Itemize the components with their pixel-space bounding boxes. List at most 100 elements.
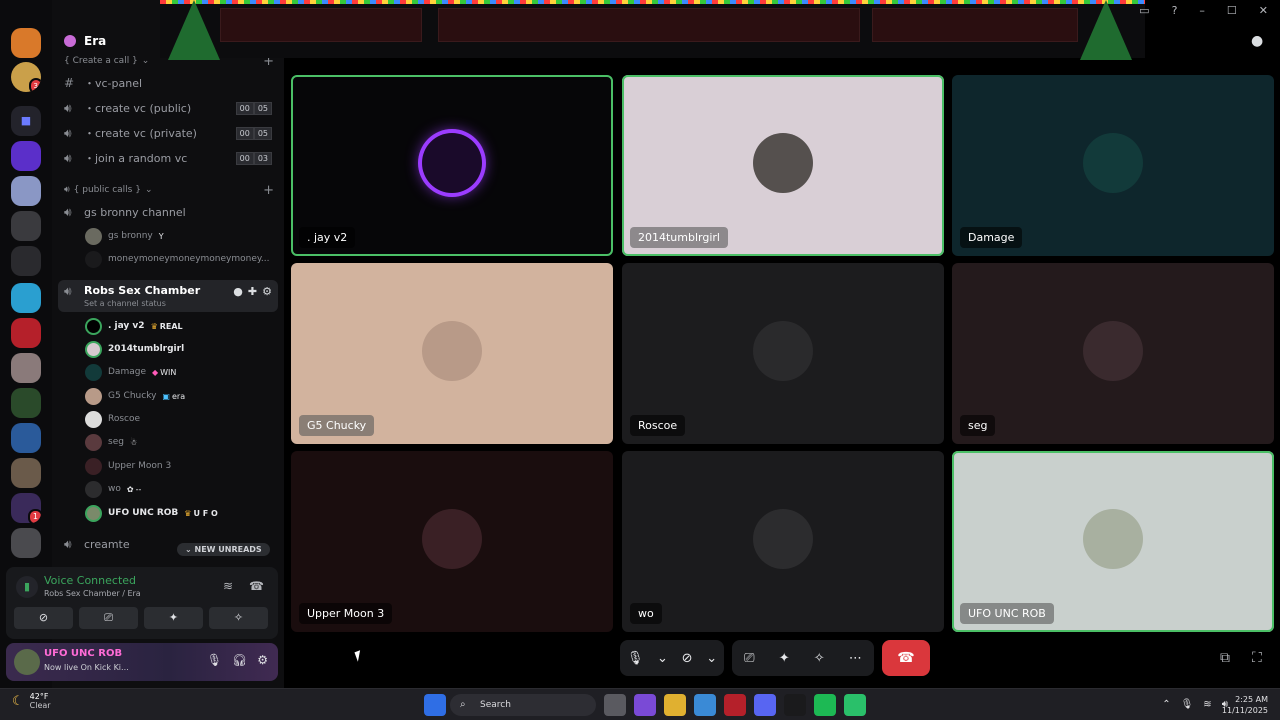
server-icon[interactable] (11, 283, 41, 313)
video-tile[interactable]: G5 Chucky (291, 263, 613, 444)
voice-location[interactable]: Robs Sex Chamber / Era (44, 589, 141, 598)
channel-join-random-vc[interactable]: 🔊︎ ・join a random vc 00 03 (64, 147, 276, 169)
discord-icon[interactable] (754, 694, 776, 716)
screen-share-icon[interactable]: ⎚ (744, 651, 754, 666)
add-channel-icon[interactable]: + (263, 183, 274, 198)
video-tile[interactable]: 2014tumblrgirl (622, 75, 944, 256)
channel-gs-bronny[interactable]: 🔊︎ gs bronny channel (64, 201, 276, 223)
server-icon[interactable] (11, 528, 41, 558)
screen-share-button[interactable]: ⎚ (79, 607, 138, 629)
dm-avatar[interactable]: 3 (11, 62, 41, 92)
file-explorer-icon[interactable] (664, 694, 686, 716)
gear-icon[interactable]: ⚙ (262, 285, 272, 298)
copilot-icon[interactable] (634, 694, 656, 716)
maximize-icon[interactable]: ☐ (1227, 4, 1237, 17)
voice-member[interactable]: Upper Moon 3 (85, 456, 171, 476)
channel-create-vc-public[interactable]: 🔊︎ ・create vc (public) 00 05 (64, 97, 276, 119)
minimize-icon[interactable]: – (1199, 4, 1205, 17)
channel-robs-sex-chamber[interactable]: 🔊︎ Robs Sex Chamber Set a channel status… (58, 280, 278, 312)
clock[interactable]: 2:25 AM 11/11/2025 (1222, 694, 1268, 716)
video-tile[interactable]: UFO UNC ROB (952, 451, 1274, 632)
video-tile[interactable]: Damage (952, 75, 1274, 256)
camera-toggle-button[interactable]: ⊘ (14, 607, 73, 629)
server-icon[interactable] (11, 141, 41, 171)
inbox-icon[interactable]: ▭ (1139, 4, 1149, 17)
app-icon[interactable] (724, 694, 746, 716)
microphone-icon[interactable]: 🎙︎ (207, 653, 222, 667)
category-public-calls[interactable]: 🔊︎{ public calls } ⌄ + (64, 183, 274, 198)
server-icon[interactable] (11, 423, 41, 453)
taskbar: ☾ 42°F Clear ⌕ Search ⌃ 🎙︎ ≋ 🔊︎ 2:25 AM … (0, 688, 1280, 720)
server-icon[interactable] (11, 318, 41, 348)
member-tag-icon: Y (158, 231, 164, 241)
video-tile[interactable]: Upper Moon 3 (291, 451, 613, 632)
voice-member[interactable]: Roscoe ⊘ (85, 409, 319, 429)
camera-off-icon[interactable]: ⊘ (682, 651, 693, 666)
video-tile[interactable]: Roscoe (622, 263, 944, 444)
voice-member[interactable]: 2014tumblrgirl (85, 339, 184, 359)
folder-icon[interactable]: ■ (11, 106, 41, 136)
disconnect-icon[interactable]: ☎ (249, 579, 264, 593)
close-icon[interactable]: ✕ (1259, 4, 1268, 17)
chat-icon[interactable]: ● (233, 285, 243, 298)
voice-member[interactable]: wo ✿ -- (85, 479, 141, 499)
audio-app-icon[interactable] (784, 694, 806, 716)
channel-status[interactable]: Set a channel status (84, 299, 166, 308)
invite-icon[interactable]: ✚ (248, 285, 257, 298)
channel-create-vc-private[interactable]: 🔊︎ ・create vc (private) 00 05 (64, 122, 276, 144)
video-tile[interactable]: . jay v2 (291, 75, 613, 256)
help-icon[interactable]: ? (1172, 4, 1178, 17)
server-icon[interactable]: 1 (11, 493, 41, 523)
server-icon[interactable] (11, 353, 41, 383)
soundboard-button[interactable]: ✧ (209, 607, 268, 629)
fullscreen-icon[interactable]: ⛶ (1252, 650, 1262, 666)
server-icon[interactable] (11, 246, 41, 276)
disconnect-button[interactable]: ☎ (882, 640, 930, 676)
voice-member[interactable]: Damage ◆WIN 🎧︎ (85, 362, 324, 382)
start-icon[interactable] (424, 694, 446, 716)
channel-vc-panel[interactable]: # ・vc-panel (64, 72, 276, 94)
voice-member[interactable]: gs bronny Y (85, 226, 164, 246)
server-icon[interactable] (11, 211, 41, 241)
voice-member[interactable]: seg ☃ (85, 432, 137, 452)
voice-status[interactable]: Voice Connected (44, 574, 136, 587)
task-view-icon[interactable] (604, 694, 626, 716)
popout-icon[interactable]: ⧉ (1220, 650, 1230, 666)
voice-member[interactable]: G5 Chucky ▣ era (85, 386, 185, 406)
gear-icon[interactable]: ⚙ (257, 653, 268, 667)
chevron-up-icon[interactable]: ⌃ (1162, 689, 1170, 720)
chevron-down-icon[interactable]: ⌄ (706, 651, 717, 666)
activities-icon[interactable]: ✦ (779, 651, 790, 666)
chrome-icon[interactable] (694, 694, 716, 716)
video-tile[interactable]: wo (622, 451, 944, 632)
server-icon[interactable] (11, 176, 41, 206)
more-icon[interactable]: ⋯ (849, 651, 862, 666)
home-server-icon[interactable] (11, 28, 41, 58)
server-header[interactable]: Era (64, 34, 106, 48)
server-icon[interactable] (11, 388, 41, 418)
user-status[interactable]: Now live On Kick Ki... (44, 663, 129, 672)
wifi-icon[interactable]: ≋ (1203, 689, 1211, 720)
microphone-icon[interactable]: 🎙︎ (627, 651, 644, 666)
chevron-down-icon[interactable]: ⌄ (657, 651, 668, 666)
video-tile[interactable]: seg (952, 263, 1274, 444)
taskbar-search[interactable]: ⌕ Search (450, 694, 596, 716)
noise-suppression-icon[interactable]: ≋ (223, 579, 233, 593)
activities-button[interactable]: ✦ (144, 607, 203, 629)
avatar[interactable] (14, 649, 40, 675)
tile-label: wo (630, 603, 662, 624)
soundboard-icon[interactable]: ✧ (814, 651, 825, 666)
signal-icon[interactable]: ▮ (16, 576, 38, 598)
server-icon[interactable] (11, 458, 41, 488)
microphone-icon[interactable]: 🎙︎ (1181, 689, 1194, 720)
voice-member[interactable]: UFO UNC ROB ♛ U F O (85, 503, 218, 523)
spotify-icon[interactable] (814, 694, 836, 716)
voice-member[interactable]: moneymoneymoneymoneymoney... (85, 249, 270, 269)
chat-icon[interactable]: ● (1251, 33, 1263, 49)
app-icon[interactable] (844, 694, 866, 716)
user-name[interactable]: UFO UNC ROB (44, 648, 122, 659)
new-unreads-pill[interactable]: ⌄ NEW UNREADS (177, 543, 270, 556)
voice-member[interactable]: . jay v2 ♛ REAL (85, 316, 183, 336)
headphones-icon[interactable]: 🎧︎ (232, 653, 247, 667)
weather-widget[interactable]: ☾ 42°F Clear (12, 692, 51, 710)
